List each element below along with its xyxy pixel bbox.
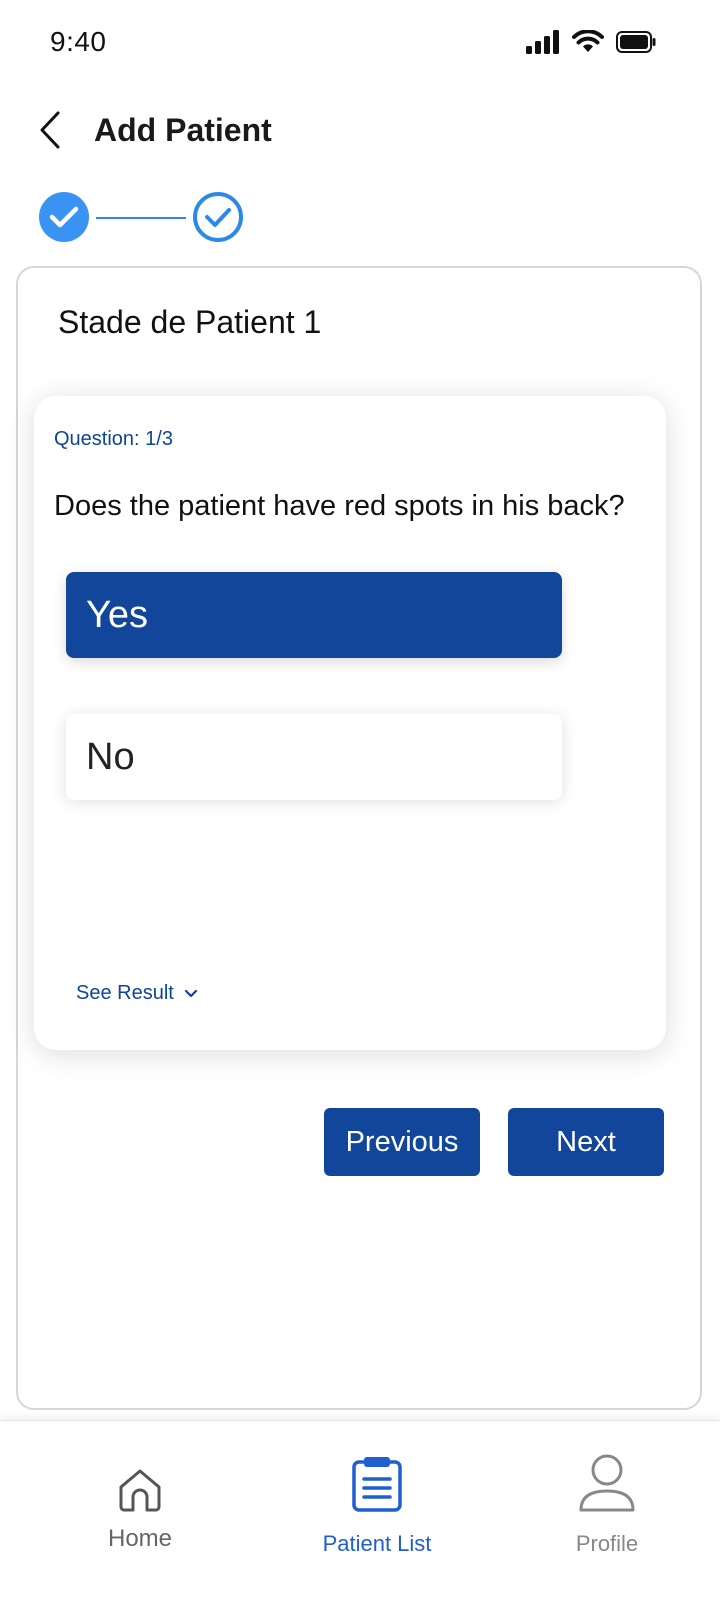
previous-label: Previous (345, 1125, 459, 1158)
answer-label: No (86, 735, 135, 778)
see-result-label: See Result (76, 982, 174, 1004)
signal-icon (526, 30, 560, 59)
tab-home[interactable]: Home (50, 1421, 230, 1561)
step-completed-icon (38, 191, 90, 248)
question-counter: Question: 1/3 (54, 428, 173, 450)
step-connector (96, 217, 186, 219)
back-button[interactable] (28, 108, 72, 156)
answer-no-option[interactable]: No (66, 714, 562, 800)
chevron-left-icon (38, 110, 62, 155)
header: Add Patient (0, 100, 720, 170)
answer-yes-option[interactable]: Yes (66, 572, 562, 658)
status-bar: 9:40 (0, 0, 720, 90)
bottom-nav: Home Patient List Profile (0, 1420, 720, 1600)
chevron-down-icon (184, 982, 198, 1005)
tab-patient-list[interactable]: Patient List (287, 1421, 467, 1561)
page-title: Add Patient (94, 112, 272, 148)
step-current-icon (192, 191, 244, 248)
see-result-toggle[interactable]: See Result (76, 982, 198, 1005)
status-icons (526, 29, 656, 59)
stepper (38, 190, 258, 244)
wifi-icon (572, 29, 604, 59)
card-title: Stade de Patient 1 (58, 304, 322, 340)
status-time: 9:40 (50, 26, 107, 57)
clipboard-icon (351, 1451, 403, 1513)
tab-label: Patient List (322, 1531, 432, 1556)
next-button[interactable]: Next (508, 1108, 664, 1176)
tab-label: Home (107, 1525, 173, 1552)
answer-label: Yes (86, 593, 148, 636)
battery-icon (616, 31, 656, 58)
home-icon (117, 1451, 163, 1513)
next-label: Next (556, 1125, 616, 1158)
previous-button[interactable]: Previous (324, 1108, 480, 1176)
tab-profile[interactable]: Profile (517, 1421, 697, 1561)
tab-label: Profile (575, 1531, 639, 1556)
question-text: Does the patient have red spots in his b… (54, 490, 625, 522)
user-icon (577, 1451, 637, 1513)
